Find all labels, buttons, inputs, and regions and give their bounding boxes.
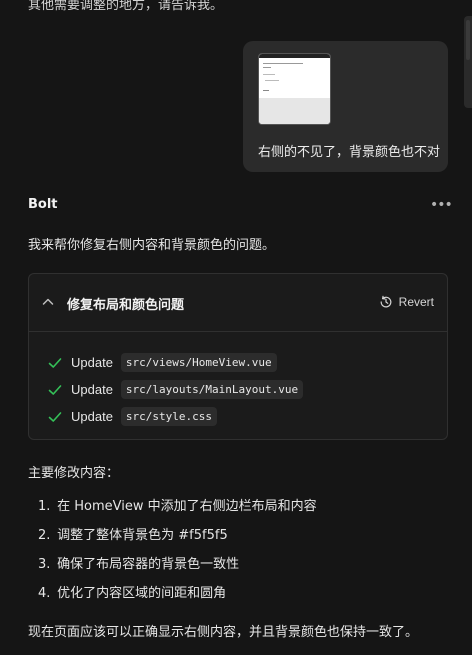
update-verb: Update bbox=[71, 382, 113, 397]
update-item: Update src/views/HomeView.vue bbox=[47, 349, 303, 376]
file-path[interactable]: src/layouts/MainLayout.vue bbox=[120, 380, 304, 399]
update-verb: Update bbox=[71, 409, 113, 424]
update-item: Update src/style.css bbox=[47, 403, 303, 430]
action-card: 修复布局和颜色问题 Revert Update src/views/HomeVi… bbox=[28, 273, 448, 440]
preview-panel-handle[interactable] bbox=[466, 20, 470, 60]
summary-item-number: 2. bbox=[38, 528, 51, 543]
chat-panel: 其他需要调整的地方，请告诉我。 右侧的不见了，背景颜色也不对 Bolt ••• … bbox=[0, 0, 472, 655]
summary-item-number: 4. bbox=[38, 586, 51, 601]
summary-item-text: 确保了布局容器的背景色一致性 bbox=[57, 557, 240, 572]
screenshot-attachment-thumbnail[interactable] bbox=[258, 53, 331, 125]
summary-list: 1. 在 HomeView 中添加了右侧边栏布局和内容 2. 调整了整体背景色为… bbox=[38, 498, 317, 614]
action-card-title: 修复布局和颜色问题 bbox=[67, 298, 185, 313]
update-item: Update src/layouts/MainLayout.vue bbox=[47, 376, 304, 403]
summary-item-number: 3. bbox=[38, 557, 51, 572]
history-icon bbox=[380, 295, 392, 308]
file-path[interactable]: src/style.css bbox=[120, 407, 218, 426]
summary-item-text: 优化了内容区域的间距和圆角 bbox=[57, 586, 227, 601]
chevron-up-icon[interactable] bbox=[42, 296, 54, 308]
previous-message-fragment: 其他需要调整的地方，请告诉我。 bbox=[28, 0, 224, 13]
user-message-text: 右侧的不见了，背景颜色也不对 bbox=[258, 145, 441, 160]
update-verb: Update bbox=[71, 355, 113, 370]
summary-item: 4. 优化了内容区域的间距和圆角 bbox=[38, 585, 317, 614]
assistant-intro: 我来帮你修复右侧内容和背景颜色的问题。 bbox=[28, 238, 276, 253]
check-icon bbox=[48, 384, 62, 395]
check-icon bbox=[48, 411, 62, 422]
summary-item-number: 1. bbox=[38, 499, 51, 514]
revert-label: Revert bbox=[398, 295, 434, 309]
action-card-header[interactable]: 修复布局和颜色问题 Revert bbox=[29, 274, 447, 332]
more-horizontal-icon[interactable]: ••• bbox=[430, 198, 453, 212]
summary-item: 3. 确保了布局容器的背景色一致性 bbox=[38, 556, 317, 585]
update-list: Update src/views/HomeView.vue Update src… bbox=[47, 349, 304, 430]
summary-item: 2. 调整了整体背景色为 #f5f5f5 bbox=[38, 527, 317, 556]
summary-item: 1. 在 HomeView 中添加了右侧边栏布局和内容 bbox=[38, 498, 317, 527]
file-path[interactable]: src/views/HomeView.vue bbox=[120, 353, 277, 372]
assistant-name: Bolt bbox=[28, 197, 58, 212]
user-message-bubble: 右侧的不见了，背景颜色也不对 bbox=[243, 41, 448, 172]
preview-panel-edge[interactable] bbox=[464, 16, 472, 108]
check-icon bbox=[48, 357, 62, 368]
summary-title: 主要修改内容： bbox=[28, 466, 120, 481]
summary-item-text: 在 HomeView 中添加了右侧边栏布局和内容 bbox=[57, 499, 317, 514]
summary-item-text: 调整了整体背景色为 #f5f5f5 bbox=[57, 528, 228, 543]
closing-text: 现在页面应该可以正确显示右侧内容，并且背景颜色也保持一致了。 bbox=[28, 625, 419, 640]
revert-button[interactable]: Revert bbox=[379, 293, 434, 311]
